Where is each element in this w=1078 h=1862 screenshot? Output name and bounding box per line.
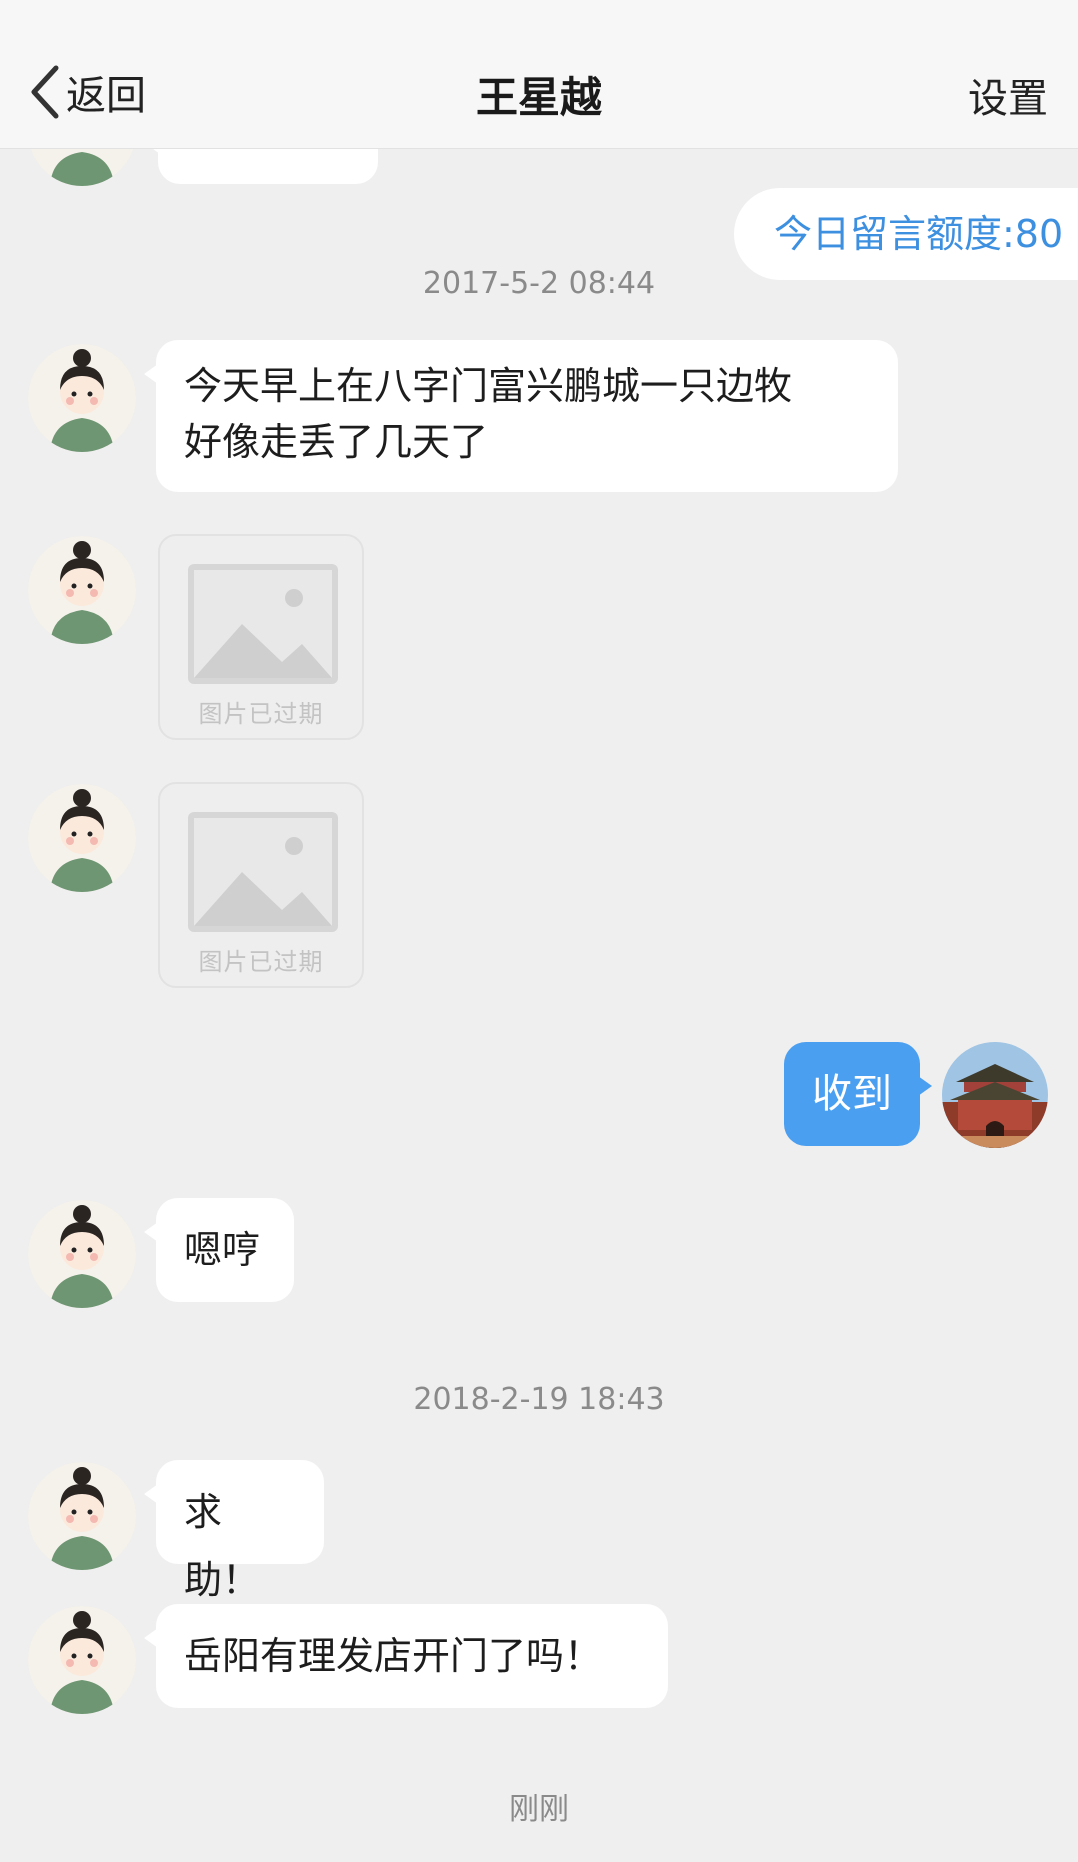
image-placeholder-icon [188, 564, 338, 684]
contact-avatar[interactable] [28, 1462, 136, 1570]
expired-image-card[interactable]: 图片已过期 [158, 782, 364, 988]
nav-bar: 返回 王星越 设置 [0, 0, 1078, 149]
chat-bubble[interactable]: 岳阳有理发店开门了吗！ [144, 1604, 668, 1708]
image-placeholder-icon [188, 812, 338, 932]
message-text: 岳阳有理发店开门了吗！ [184, 1634, 603, 1678]
message-text: 今天早上在八字门富兴鹏城一只边牧 [184, 364, 793, 408]
my-chat-bubble[interactable]: 收到 [784, 1042, 932, 1146]
message-text: 求助！ [184, 1490, 261, 1602]
contact-avatar[interactable] [28, 344, 136, 452]
message-text: 嗯哼 [184, 1228, 261, 1272]
girl-avatar-icon [28, 1462, 136, 1570]
expired-label: 图片已过期 [198, 948, 324, 976]
girl-avatar-icon [28, 536, 136, 644]
timestamp: 2018-2-19 18:43 [413, 1382, 665, 1417]
settings-button[interactable]: 设置 [968, 66, 1048, 124]
contact-avatar[interactable] [28, 536, 136, 644]
girl-avatar-icon [28, 1606, 136, 1714]
my-avatar[interactable] [942, 1042, 1048, 1148]
expired-image-card[interactable]: 图片已过期 [158, 534, 364, 740]
girl-avatar-icon [28, 344, 136, 452]
chat-bubble[interactable]: 今天早上在八字门富兴鹏城一只边牧 好像走丢了几天了 [144, 340, 898, 492]
message-text: 好像走丢了几天了 [184, 420, 489, 464]
chat-bubble[interactable]: 求助！ [144, 1460, 324, 1602]
girl-avatar-icon [28, 1200, 136, 1308]
contact-avatar[interactable] [28, 1606, 136, 1714]
girl-avatar-icon [28, 784, 136, 892]
expired-label: 图片已过期 [198, 700, 324, 728]
message-text: 收到 [812, 1071, 892, 1117]
page-title: 王星越 [475, 73, 602, 122]
palace-avatar-icon [942, 1042, 1048, 1148]
timestamp: 2017-5-2 08:44 [422, 266, 656, 301]
chat-bubble[interactable]: 嗯哼 [144, 1198, 294, 1302]
timestamp: 刚刚 [509, 1792, 569, 1827]
contact-avatar[interactable] [28, 784, 136, 892]
contact-avatar[interactable] [28, 1200, 136, 1308]
